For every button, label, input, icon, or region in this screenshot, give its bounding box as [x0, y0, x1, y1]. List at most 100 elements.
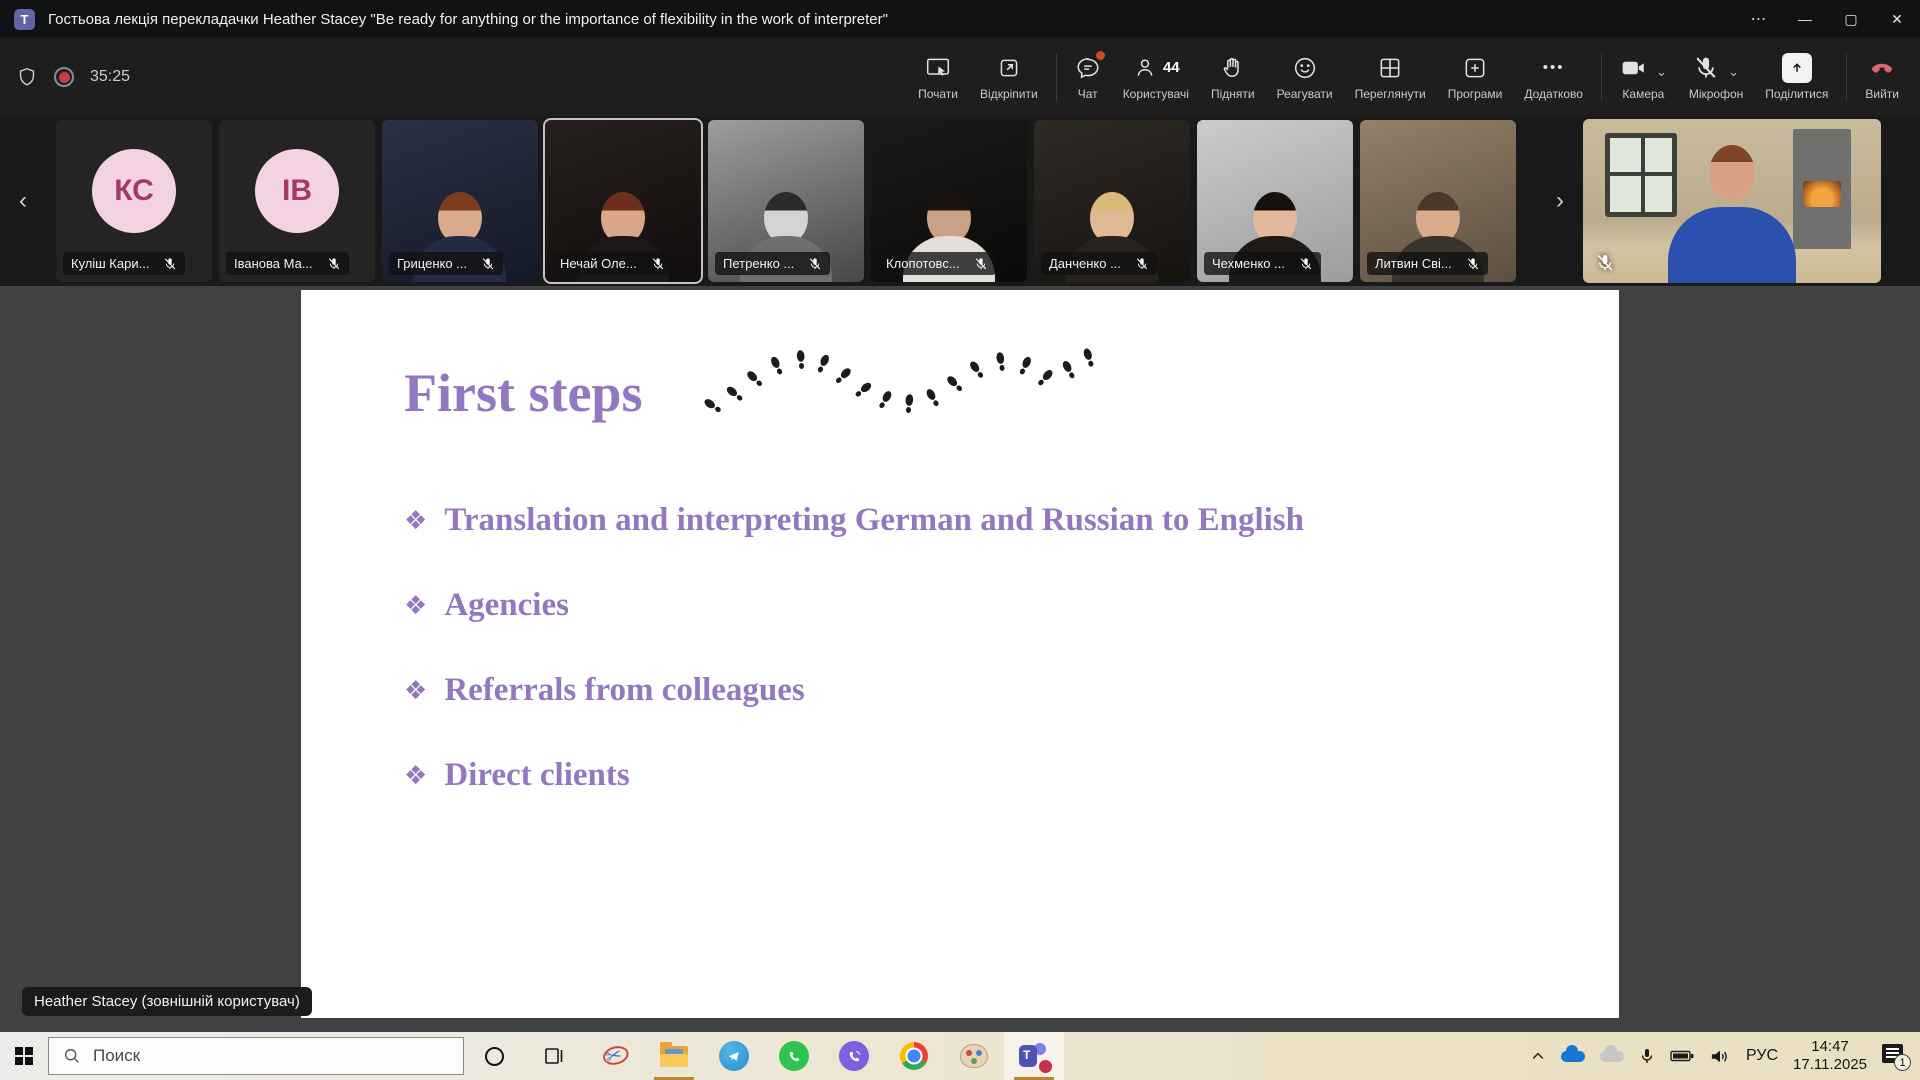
file-explorer-button[interactable]	[644, 1032, 704, 1080]
close-button[interactable]: ✕	[1874, 0, 1920, 38]
share-up-icon	[1782, 53, 1812, 83]
presenter-person	[1709, 145, 1755, 201]
add-app-icon	[1462, 54, 1488, 82]
titlebar-more-icon[interactable]: ⋯	[1736, 9, 1782, 29]
camera-button[interactable]: ⌄ Камера	[1609, 38, 1678, 116]
participant-tile[interactable]: Гриценко ...	[382, 120, 538, 282]
leave-button[interactable]: Вийти	[1854, 38, 1910, 116]
mic-muted-icon	[481, 257, 495, 271]
task-view-button[interactable]	[524, 1032, 584, 1080]
chrome-icon	[900, 1042, 928, 1070]
whatsapp-button[interactable]	[764, 1032, 824, 1080]
hang-up-icon	[1867, 54, 1897, 82]
mic-button[interactable]: ⌄ Мікрофон	[1678, 38, 1754, 116]
slide-bullet: ❖Direct clients	[404, 757, 1304, 795]
meeting-toolbar: 35:25 Почати Відкріпити Чат 44	[0, 38, 1920, 116]
search-placeholder: Поиск	[93, 1046, 140, 1066]
mic-options-chevron-icon[interactable]: ⌄	[1728, 64, 1739, 80]
snipping-tool-button[interactable]: ✂	[584, 1032, 644, 1080]
whatsapp-icon	[779, 1041, 809, 1071]
participant-tile[interactable]: ІВ Іванова Ма...	[219, 120, 375, 282]
paint-icon	[960, 1044, 988, 1068]
presenter-video-tile[interactable]	[1583, 119, 1881, 283]
taskbar-search-input[interactable]: Поиск	[48, 1037, 464, 1075]
action-center-button[interactable]: 1	[1882, 1044, 1908, 1068]
onedrive-personal-icon[interactable]	[1600, 1051, 1624, 1062]
participant-tile[interactable]: Данченко ...	[1034, 120, 1190, 282]
start-share-button[interactable]: Почати	[907, 38, 969, 116]
ellipsis-icon: •••	[1543, 54, 1565, 82]
maximize-button[interactable]: ▢	[1828, 0, 1874, 38]
chat-button[interactable]: Чат	[1064, 38, 1112, 116]
paint-button[interactable]	[944, 1032, 1004, 1080]
viber-button[interactable]	[824, 1032, 884, 1080]
teams-taskbar-button[interactable]: T	[1004, 1032, 1064, 1080]
onedrive-icon[interactable]	[1561, 1051, 1585, 1062]
mic-muted-icon	[163, 257, 177, 271]
filmstrip-prev-button[interactable]: ‹	[8, 171, 38, 231]
diamond-bullet-icon: ❖	[404, 673, 427, 709]
window-titlebar: T Гостьова лекція перекладачки Heather S…	[0, 0, 1920, 38]
raise-hand-button[interactable]: Підняти	[1200, 38, 1266, 116]
participant-tile[interactable]: Петренко ...	[708, 120, 864, 282]
grid-view-icon	[1377, 54, 1403, 82]
teams-app-icon: T	[14, 9, 35, 30]
tray-expand-icon[interactable]	[1530, 1049, 1546, 1063]
tray-mic-icon[interactable]	[1639, 1047, 1655, 1065]
clock[interactable]: 14:47 17.11.2025	[1793, 1038, 1867, 1074]
notification-count-badge: 1	[1894, 1054, 1911, 1071]
participant-tile[interactable]: КС Куліш Кари...	[56, 120, 212, 282]
window-title: Гостьова лекція перекладачки Heather Sta…	[48, 11, 888, 28]
folder-icon	[660, 1046, 688, 1067]
slide-bullet: ❖Agencies	[404, 587, 1304, 625]
filmstrip-next-button[interactable]: ›	[1545, 171, 1575, 231]
slide-title: First steps	[404, 362, 642, 424]
more-options-button[interactable]: ••• Додатково	[1513, 38, 1594, 116]
unpin-button[interactable]: Відкріпити	[969, 38, 1049, 116]
start-button[interactable]	[0, 1032, 48, 1080]
meeting-timer: 35:25	[90, 68, 130, 86]
slide-bullet: ❖Referrals from colleagues	[404, 672, 1304, 710]
language-indicator[interactable]: РУС	[1746, 1047, 1778, 1065]
cortana-icon	[485, 1047, 504, 1066]
share-button[interactable]: Поділитися	[1754, 38, 1839, 116]
participant-tile[interactable]: Клопотовс...	[871, 120, 1027, 282]
search-icon	[63, 1047, 81, 1065]
participants-button[interactable]: 44 Користувачі	[1112, 38, 1200, 116]
task-view-icon	[543, 1045, 565, 1067]
participant-tile[interactable]: Чехменко ...	[1197, 120, 1353, 282]
raised-hand-icon	[1220, 54, 1246, 82]
toolbar-separator	[1846, 54, 1847, 100]
participant-name: Іванова Ма...	[234, 256, 313, 271]
mic-muted-icon	[808, 257, 822, 271]
volume-icon[interactable]	[1709, 1047, 1731, 1065]
view-button[interactable]: Переглянути	[1344, 38, 1437, 116]
participant-tile[interactable]: Нечай Оле...	[545, 120, 701, 282]
cortana-button[interactable]	[464, 1032, 524, 1080]
tray-date: 17.11.2025	[1793, 1056, 1867, 1074]
camera-options-chevron-icon[interactable]: ⌄	[1656, 64, 1667, 80]
presentation-slide: First steps ❖Translation and interpretin…	[301, 290, 1619, 1018]
participant-name: Чехменко ...	[1212, 256, 1285, 271]
participant-name: Клопотовс...	[886, 256, 960, 271]
participants-filmstrip: ‹ КС Куліш Кари... ІВ Іванова Ма... Гриц…	[0, 116, 1920, 286]
telegram-button[interactable]	[704, 1032, 764, 1080]
participant-name: Куліш Кари...	[71, 256, 149, 271]
participant-name: Гриценко ...	[397, 256, 467, 271]
teams-notification-badge	[1039, 1060, 1052, 1073]
battery-icon[interactable]	[1670, 1049, 1694, 1063]
snipping-tool-icon: ✂	[603, 1043, 624, 1069]
chrome-button[interactable]	[884, 1032, 944, 1080]
shared-content-stage: First steps ❖Translation and interpretin…	[0, 286, 1920, 1032]
windows-taskbar: Поиск ✂ T РУС 14:47 17.11.2025	[0, 1032, 1920, 1080]
chat-notification-badge	[1096, 51, 1105, 60]
apps-button[interactable]: Програми	[1437, 38, 1514, 116]
participant-name: Литвин Сві...	[1375, 256, 1452, 271]
mic-muted-icon	[1299, 257, 1313, 271]
minimize-button[interactable]: —	[1782, 0, 1828, 38]
tray-time: 14:47	[1793, 1038, 1867, 1056]
chat-icon	[1075, 54, 1101, 82]
participant-tile[interactable]: Литвин Сві...	[1360, 120, 1516, 282]
react-button[interactable]: Реагувати	[1266, 38, 1344, 116]
diamond-bullet-icon: ❖	[404, 503, 427, 539]
